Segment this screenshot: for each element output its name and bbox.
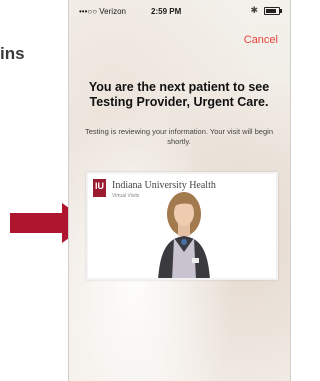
brand-subtitle: Virtual Visits [112,193,140,199]
bluetooth-icon: ✱ [250,5,258,15]
status-time: 2:59 PM [151,7,182,16]
status-bar: •••○○ Verizon 2:59 PM ✱ [69,0,290,20]
waiting-headline: You are the next patient to see Testing … [88,80,270,109]
provider-video-person [158,192,210,278]
video-preview[interactable]: IU Indiana University Health Virtual Vis… [86,172,278,280]
cancel-button[interactable]: Cancel [244,34,278,46]
iu-logo: IU [93,179,106,197]
cropped-side-text: ins [0,44,25,63]
phone-screen: •••○○ Verizon 2:59 PM ✱ Cancel You are t… [68,0,291,381]
carrier-signal: •••○○ Verizon [79,7,126,16]
battery-icon [264,6,282,15]
waiting-subtext: Testing is reviewing your information. Y… [84,127,273,146]
status-indicators: ✱ [250,5,282,16]
